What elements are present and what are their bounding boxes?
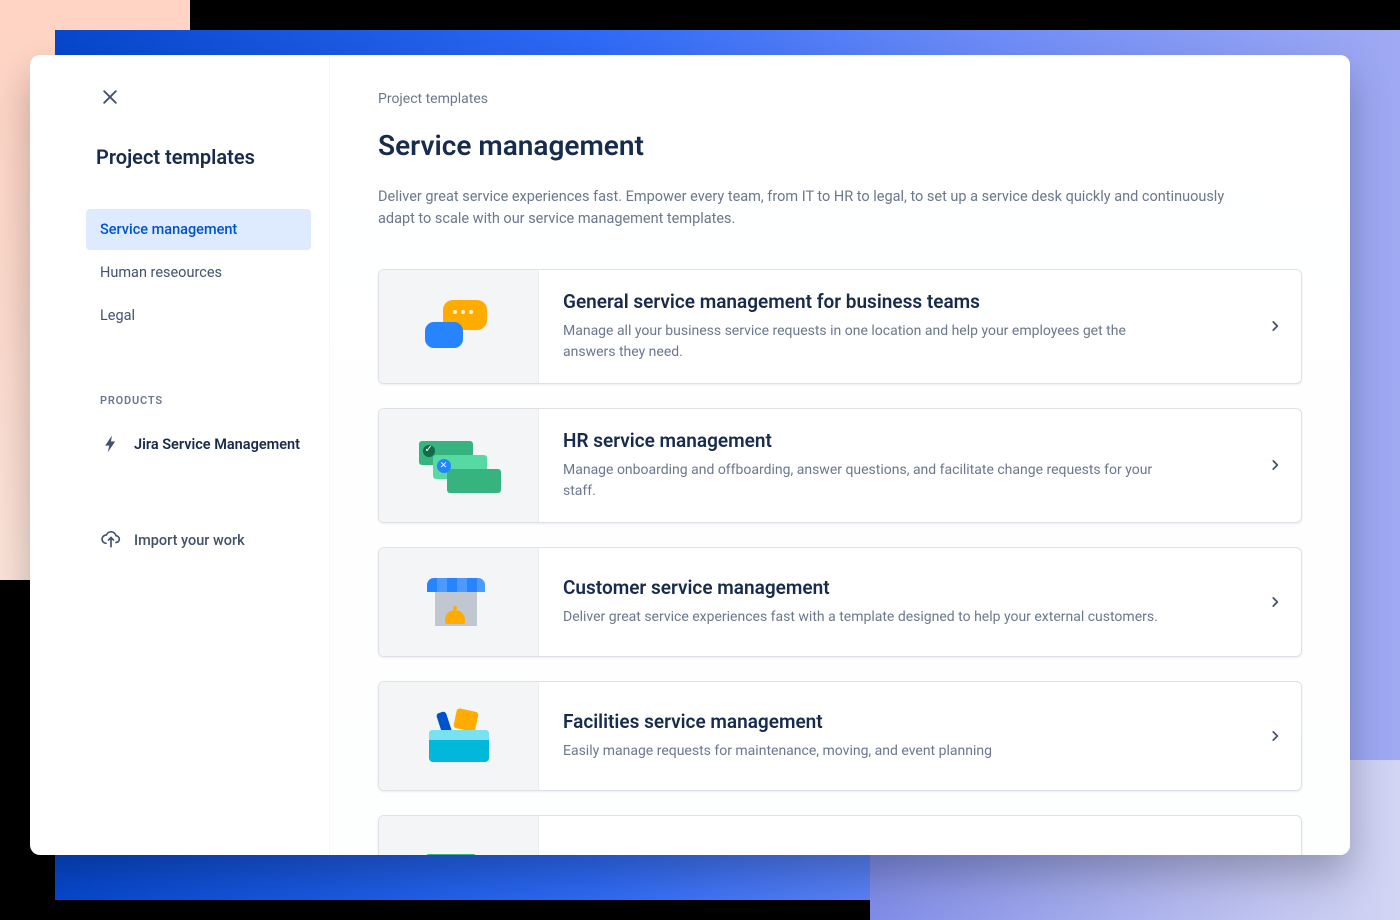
product-jira-service-management[interactable]: Jira Service Management [48,425,311,463]
sidebar-item-legal[interactable]: Legal [86,295,311,336]
card-thumbnail: ✕ [379,409,539,522]
cloud-upload-icon [100,529,122,551]
card-body: Finance service management [539,816,1249,855]
card-thumbnail [379,548,539,656]
close-icon [100,87,120,111]
breadcrumb: Project templates [378,91,1302,107]
template-card-hr[interactable]: ✕ HR service management Manage onboardin… [378,408,1302,523]
template-card-general[interactable]: General service management for business … [378,269,1302,384]
card-thumbnail [379,816,539,855]
products-section-label: PRODUCTS [48,394,311,407]
card-body: General service management for business … [539,270,1249,383]
page-description: Deliver great service experiences fast. … [378,186,1258,231]
sidebar-item-human-resources[interactable]: Human reseources [86,252,311,293]
card-description: Manage onboarding and offboarding, answe… [563,460,1163,502]
storefront-icon [419,572,499,632]
card-body: HR service management Manage onboarding … [539,409,1249,522]
chat-bubbles-icon [419,296,499,356]
credit-cards-icon [419,840,499,855]
close-button[interactable] [96,85,124,113]
template-list: General service management for business … [378,269,1302,855]
chevron-right-icon [1249,682,1301,790]
card-thumbnail [379,270,539,383]
product-label: Jira Service Management [134,436,300,453]
card-description: Deliver great service experiences fast w… [563,607,1163,628]
card-title: HR service management [563,429,1225,452]
import-your-work[interactable]: Import your work [48,521,311,559]
card-title: Finance service management [563,854,1225,855]
main-panel: Project templates Service management Del… [330,55,1350,855]
chevron-right-icon [1249,548,1301,656]
card-description: Manage all your business service request… [563,321,1163,363]
card-title: Facilities service management [563,710,1225,733]
toolbox-icon [419,706,499,766]
template-card-finance[interactable]: Finance service management [378,815,1302,855]
card-thumbnail [379,682,539,790]
kanban-cards-icon: ✕ [419,435,499,495]
chevron-right-icon [1249,270,1301,383]
card-title: General service management for business … [563,290,1225,313]
card-body: Customer service management Deliver grea… [539,548,1249,656]
jira-bolt-icon [100,433,122,455]
project-templates-modal: Project templates Service management Hum… [30,55,1350,855]
template-card-facilities[interactable]: Facilities service management Easily man… [378,681,1302,791]
chevron-right-icon [1249,816,1301,855]
chevron-right-icon [1249,409,1301,522]
sidebar: Project templates Service management Hum… [30,55,330,855]
card-description: Easily manage requests for maintenance, … [563,741,1163,762]
import-label: Import your work [134,532,245,549]
sidebar-nav: Service management Human reseources Lega… [48,209,311,336]
card-title: Customer service management [563,576,1225,599]
sidebar-item-service-management[interactable]: Service management [86,209,311,250]
card-body: Facilities service management Easily man… [539,682,1249,790]
page-title: Service management [378,129,1302,162]
sidebar-title: Project templates [48,145,311,169]
template-card-customer[interactable]: Customer service management Deliver grea… [378,547,1302,657]
